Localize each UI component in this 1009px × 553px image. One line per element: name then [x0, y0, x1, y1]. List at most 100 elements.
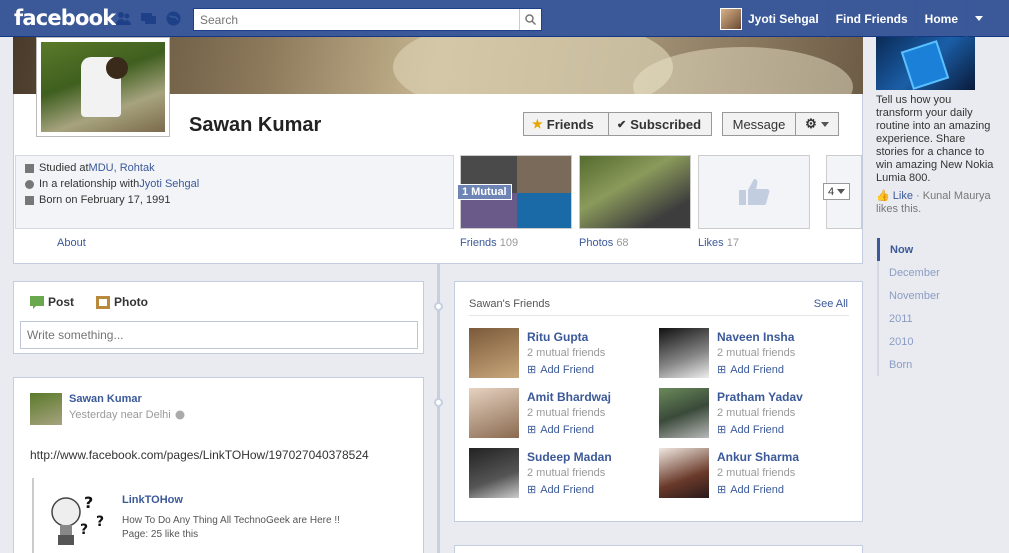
mutual-friends-badge[interactable]: 1 Mutual	[457, 184, 512, 200]
see-all-link[interactable]: See All	[814, 298, 848, 310]
friend-item: Pratham Yadav 2 mutual friends ⊞ Add Frie…	[659, 388, 849, 438]
add-friend-label: Add Friend	[730, 483, 785, 496]
add-friend-label: Add Friend	[540, 363, 595, 376]
likes-tile-caption[interactable]: Likes 17	[698, 237, 739, 249]
education-link[interactable]: MDU, Rohtak	[89, 162, 155, 174]
friend-name[interactable]: Ritu Gupta	[527, 330, 588, 344]
photos-tile[interactable]	[579, 155, 691, 229]
friend-mutual[interactable]: 2 mutual friends	[527, 347, 605, 359]
messages-icon[interactable]	[140, 10, 157, 27]
notifications-globe-icon[interactable]	[165, 10, 182, 27]
friend-mutual[interactable]: 2 mutual friends	[527, 467, 605, 479]
scrubber-item-born[interactable]: Born	[877, 353, 940, 376]
globe-privacy-icon[interactable]	[175, 410, 185, 420]
post-url-text[interactable]: http://www.facebook.com/pages/LinkTOHow/…	[30, 448, 369, 462]
friend-item: Sudeep Madan 2 mutual friends ⊞ Add Frien…	[469, 448, 659, 498]
home-link[interactable]: Home	[915, 0, 966, 37]
find-friends-link[interactable]: Find Friends	[826, 0, 916, 37]
speech-bubble-icon	[30, 295, 44, 309]
chevron-down-icon	[820, 121, 829, 127]
status-composer: Post Photo	[13, 281, 424, 354]
more-sections-dropdown[interactable]: 4	[823, 183, 850, 200]
friend-photo[interactable]	[659, 328, 709, 378]
friend-name[interactable]: Sudeep Madan	[527, 450, 612, 464]
friend-mutual[interactable]: 2 mutual friends	[717, 347, 795, 359]
friend-requests-icon[interactable]	[115, 10, 132, 27]
post-author-avatar[interactable]	[30, 393, 62, 425]
likes-count: 17	[726, 237, 739, 249]
friends-tile-photo	[517, 193, 571, 228]
friend-name[interactable]: Pratham Yadav	[717, 390, 803, 404]
search-input[interactable]	[194, 9, 519, 30]
timeline-post: Sawan Kumar Yesterday near Delhi http://…	[13, 377, 424, 553]
add-friend-label: Add Friend	[730, 363, 785, 376]
timeline-dot	[434, 398, 443, 407]
post-timestamp[interactable]: Yesterday near Delhi	[69, 409, 171, 421]
friend-name[interactable]: Amit Bhardwaj	[527, 390, 611, 404]
friend-photo[interactable]	[469, 448, 519, 498]
photo-tab[interactable]: Photo	[96, 295, 148, 309]
friends-card-title[interactable]: Sawan's Friends	[469, 298, 550, 310]
add-friend-button[interactable]: ⊞ Add Friend	[717, 363, 785, 377]
link-preview[interactable]: ? ? ? LinkTOHow How To Do Any Thing All …	[32, 478, 412, 553]
account-menu-button[interactable]	[966, 0, 991, 37]
friend-photo[interactable]	[659, 448, 709, 498]
photo-icon	[96, 295, 110, 309]
svg-text:?: ?	[84, 493, 93, 512]
friend-photo[interactable]	[469, 328, 519, 378]
thumbs-up-icon	[739, 179, 770, 205]
post-author-name[interactable]: Sawan Kumar	[69, 393, 142, 405]
scrubber-item-2011[interactable]: 2011	[877, 307, 940, 330]
birthday-text: Born on February 17, 1991	[39, 194, 171, 206]
add-friend-button[interactable]: ⊞ Add Friend	[527, 423, 594, 437]
scrubber-item-november[interactable]: November	[877, 284, 940, 307]
add-friend-button[interactable]: ⊞ Add Friend	[717, 483, 785, 497]
friend-mutual[interactable]: 2 mutual friends	[717, 467, 795, 479]
add-friend-button[interactable]: ⊞ Add Friend	[527, 483, 595, 497]
message-button[interactable]: Message	[722, 112, 796, 136]
facebook-logo[interactable]: facebook	[14, 6, 116, 30]
ad-like-link[interactable]: Like	[893, 190, 913, 202]
more-sections-count: 4	[827, 185, 835, 198]
relationship-link[interactable]: Jyoti Sehgal	[139, 178, 199, 190]
friend-photo[interactable]	[659, 388, 709, 438]
add-friend-button[interactable]: ⊞ Add Friend	[527, 363, 595, 377]
friends-tile-caption[interactable]: Friends 109	[460, 237, 518, 249]
friends-button[interactable]: ★ Friends	[523, 112, 609, 136]
photos-tile-caption[interactable]: Photos 68	[579, 237, 629, 249]
preview-title[interactable]: LinkTOHow	[122, 494, 183, 506]
profile-picture[interactable]	[36, 37, 170, 137]
profile-nav-link[interactable]: Jyoti Sehgal	[712, 0, 827, 37]
subscribed-button[interactable]: ✔ Subscribed	[608, 112, 712, 136]
settings-dropdown-button[interactable]: ⚙	[795, 112, 839, 136]
search-box	[193, 8, 542, 31]
scrubber-item-2010[interactable]: 2010	[877, 330, 940, 353]
post-tab-label: Post	[48, 295, 75, 309]
top-bar: facebook Jyoti Sehgal Find Friends Home	[0, 0, 1009, 37]
friend-name[interactable]: Naveen Insha	[717, 330, 794, 344]
chevron-down-icon	[975, 16, 983, 21]
add-friend-icon: ⊞	[527, 364, 537, 376]
add-friend-icon: ⊞	[717, 484, 727, 496]
scrubber-item-december[interactable]: December	[877, 261, 940, 284]
friend-photo[interactable]	[469, 388, 519, 438]
phone-icon	[900, 40, 950, 90]
about-link[interactable]: About	[57, 237, 86, 249]
svg-text:?: ?	[80, 522, 88, 538]
profile-picture-head	[106, 57, 128, 79]
add-friend-label: Add Friend	[540, 483, 595, 496]
scrubber-item-now[interactable]: Now	[877, 238, 940, 261]
sponsored-ad-image[interactable]	[876, 37, 975, 90]
relationship-row: In a relationship with Jyoti Sehgal	[25, 178, 199, 190]
status-input[interactable]	[20, 321, 418, 349]
friend-name[interactable]: Ankur Sharma	[717, 450, 799, 464]
friend-mutual[interactable]: 2 mutual friends	[717, 407, 795, 419]
graduation-cap-icon	[25, 163, 34, 173]
add-friend-button[interactable]: ⊞ Add Friend	[717, 423, 784, 437]
search-button[interactable]	[519, 9, 541, 30]
friend-mutual[interactable]: 2 mutual friends	[527, 407, 605, 419]
post-tab[interactable]: Post	[30, 295, 74, 309]
sponsored-ad-text[interactable]: Tell us how you transform your daily rou…	[876, 94, 996, 185]
preview-likes: Page: 25 like this	[122, 529, 199, 540]
likes-tile[interactable]	[698, 155, 810, 229]
